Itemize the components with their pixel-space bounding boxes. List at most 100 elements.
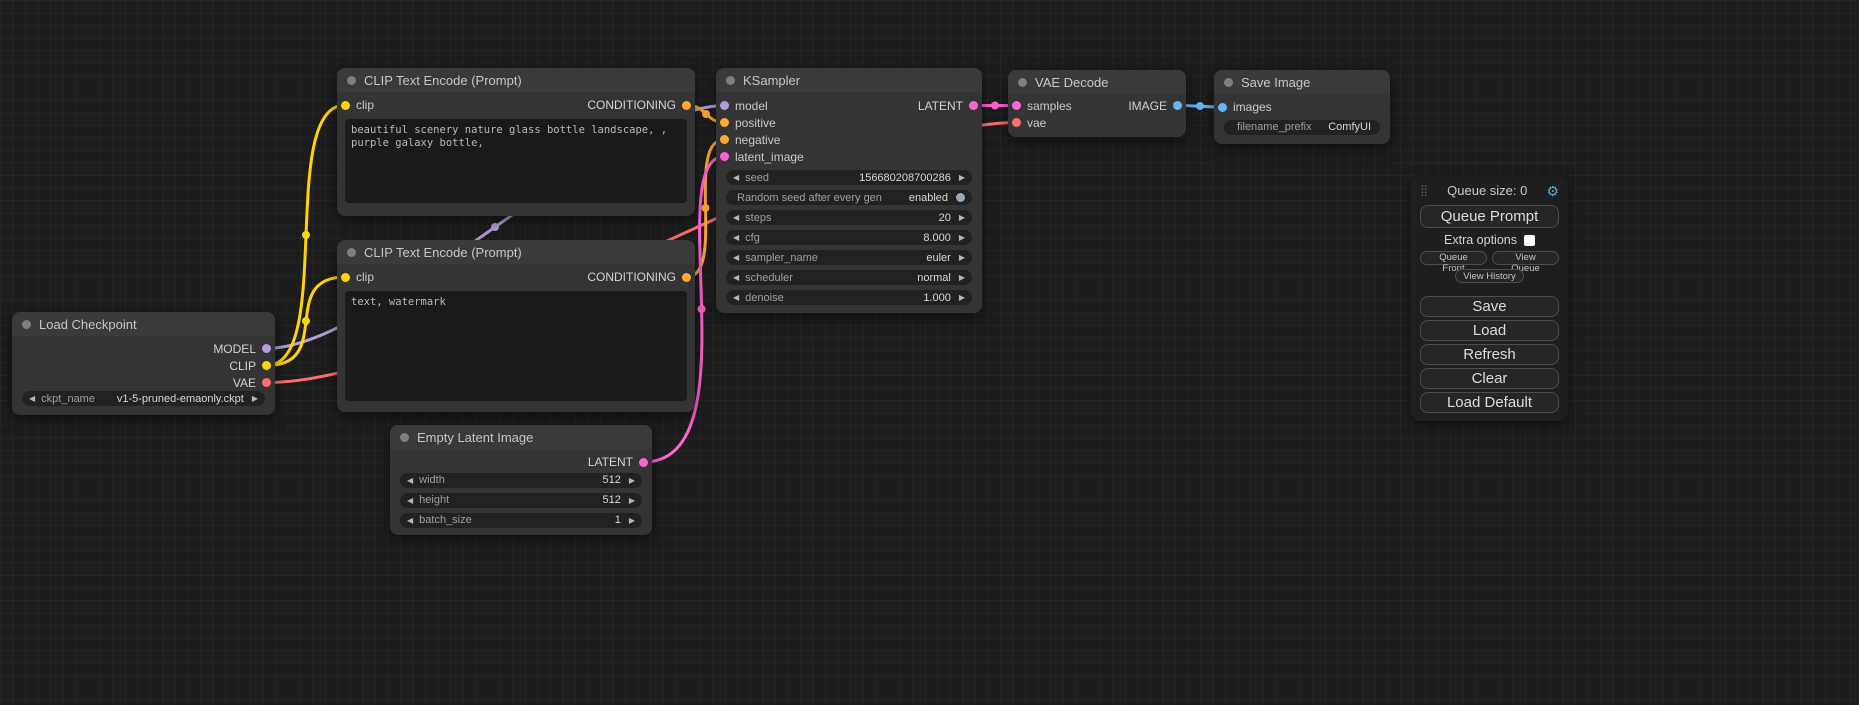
- input-port-clip[interactable]: [341, 273, 350, 282]
- input-label-negative: negative: [735, 133, 780, 147]
- collapse-dot-icon[interactable]: [347, 76, 356, 85]
- input-port-images[interactable]: [1218, 103, 1227, 112]
- decrement-arrow-icon[interactable]: ◀: [407, 476, 413, 485]
- height-widget[interactable]: ◀ height 512 ▶: [400, 493, 642, 508]
- extra-options-checkbox[interactable]: [1524, 235, 1535, 246]
- widget-label: sampler_name: [745, 252, 918, 264]
- node-clip-text-encode-negative[interactable]: CLIP Text Encode (Prompt) clip CONDITION…: [337, 240, 695, 412]
- node-title: CLIP Text Encode (Prompt): [364, 245, 522, 260]
- decrement-arrow-icon[interactable]: ◀: [733, 253, 739, 262]
- ckpt-name-widget[interactable]: ◀ ckpt_name v1-5-pruned-emaonly.ckpt ▶: [22, 391, 265, 406]
- input-label-clip: clip: [356, 98, 374, 112]
- node-title-bar[interactable]: Load Checkpoint: [12, 312, 275, 336]
- view-queue-button[interactable]: View Queue: [1492, 251, 1559, 265]
- output-port-conditioning[interactable]: [682, 101, 691, 110]
- widget-label: height: [419, 494, 594, 506]
- input-port-model[interactable]: [720, 101, 729, 110]
- decrement-arrow-icon[interactable]: ◀: [733, 273, 739, 282]
- decrement-arrow-icon[interactable]: ◀: [29, 394, 35, 403]
- scheduler-widget[interactable]: ◀ scheduler normal ▶: [726, 270, 972, 285]
- increment-arrow-icon[interactable]: ▶: [959, 173, 965, 182]
- collapse-dot-icon[interactable]: [1224, 78, 1233, 87]
- increment-arrow-icon[interactable]: ▶: [629, 496, 635, 505]
- decrement-arrow-icon[interactable]: ◀: [733, 213, 739, 222]
- node-title-bar[interactable]: KSampler: [716, 68, 982, 92]
- node-save-image[interactable]: Save Image images filename_prefix ComfyU…: [1214, 70, 1390, 144]
- output-port-clip[interactable]: [262, 361, 271, 370]
- increment-arrow-icon[interactable]: ▶: [959, 213, 965, 222]
- input-port-vae[interactable]: [1012, 118, 1021, 127]
- input-port-clip[interactable]: [341, 101, 350, 110]
- widget-value: 8.000: [923, 232, 951, 244]
- width-widget[interactable]: ◀ width 512 ▶: [400, 473, 642, 488]
- cfg-widget[interactable]: ◀ cfg 8.000 ▶: [726, 230, 972, 245]
- node-ksampler[interactable]: KSampler model positive negative lat: [716, 68, 982, 313]
- output-label-latent: LATENT: [918, 99, 963, 113]
- input-label-latent-image: latent_image: [735, 150, 804, 164]
- settings-gear-icon[interactable]: ⚙: [1546, 184, 1559, 198]
- node-empty-latent-image[interactable]: Empty Latent Image LATENT ◀ width 512 ▶ …: [390, 425, 652, 535]
- collapse-dot-icon[interactable]: [1018, 78, 1027, 87]
- increment-arrow-icon[interactable]: ▶: [629, 476, 635, 485]
- view-history-button[interactable]: View History: [1455, 269, 1524, 283]
- output-port-conditioning[interactable]: [682, 273, 691, 282]
- decrement-arrow-icon[interactable]: ◀: [733, 233, 739, 242]
- collapse-dot-icon[interactable]: [22, 320, 31, 329]
- increment-arrow-icon[interactable]: ▶: [959, 293, 965, 302]
- collapse-dot-icon[interactable]: [400, 433, 409, 442]
- node-graph-canvas[interactable]: Load Checkpoint MODEL CLIP VAE ◀ ckpt_na…: [0, 0, 1859, 705]
- filename-prefix-widget[interactable]: filename_prefix ComfyUI: [1224, 120, 1380, 135]
- widget-value: 512: [602, 474, 620, 486]
- random-seed-toggle-widget[interactable]: Random seed after every gen enabled: [726, 190, 972, 205]
- port-row: clip: [337, 97, 384, 114]
- output-port-model[interactable]: [262, 344, 271, 353]
- input-port-positive[interactable]: [720, 118, 729, 127]
- node-title-bar[interactable]: CLIP Text Encode (Prompt): [337, 240, 695, 264]
- load-button[interactable]: Load: [1420, 320, 1559, 341]
- output-port-image[interactable]: [1173, 101, 1182, 110]
- increment-arrow-icon[interactable]: ▶: [629, 516, 635, 525]
- increment-arrow-icon[interactable]: ▶: [959, 253, 965, 262]
- drag-handle-icon[interactable]: ⣿: [1420, 184, 1428, 197]
- input-port-latent-image[interactable]: [720, 152, 729, 161]
- decrement-arrow-icon[interactable]: ◀: [733, 173, 739, 182]
- queue-front-button[interactable]: Queue Front: [1420, 251, 1487, 265]
- prompt-text-input[interactable]: text, watermark: [345, 291, 687, 401]
- steps-widget[interactable]: ◀ steps 20 ▶: [726, 210, 972, 225]
- node-title-bar[interactable]: CLIP Text Encode (Prompt): [337, 68, 695, 92]
- refresh-button[interactable]: Refresh: [1420, 344, 1559, 365]
- output-port-latent[interactable]: [969, 101, 978, 110]
- sampler-name-widget[interactable]: ◀ sampler_name euler ▶: [726, 250, 972, 265]
- input-label-vae: vae: [1027, 116, 1046, 130]
- seed-widget[interactable]: ◀ seed 156680208700286 ▶: [726, 170, 972, 185]
- increment-arrow-icon[interactable]: ▶: [959, 273, 965, 282]
- collapse-dot-icon[interactable]: [347, 248, 356, 257]
- node-vae-decode[interactable]: VAE Decode samples vae IMAGE: [1008, 70, 1186, 137]
- output-port-latent[interactable]: [639, 458, 648, 467]
- clear-button[interactable]: Clear: [1420, 368, 1559, 389]
- output-port-vae[interactable]: [262, 378, 271, 387]
- node-load-checkpoint[interactable]: Load Checkpoint MODEL CLIP VAE ◀ ckpt_na…: [12, 312, 275, 415]
- widget-label: width: [419, 474, 594, 486]
- decrement-arrow-icon[interactable]: ◀: [407, 516, 413, 525]
- queue-panel-header: ⣿ Queue size: 0 ⚙: [1420, 183, 1559, 198]
- input-port-samples[interactable]: [1012, 101, 1021, 110]
- toggle-dot-icon[interactable]: [956, 193, 965, 202]
- increment-arrow-icon[interactable]: ▶: [252, 394, 258, 403]
- node-title-bar[interactable]: VAE Decode: [1008, 70, 1186, 94]
- decrement-arrow-icon[interactable]: ◀: [733, 293, 739, 302]
- collapse-dot-icon[interactable]: [726, 76, 735, 85]
- node-clip-text-encode-positive[interactable]: CLIP Text Encode (Prompt) clip CONDITION…: [337, 68, 695, 216]
- load-default-button[interactable]: Load Default: [1420, 392, 1559, 413]
- batch-size-widget[interactable]: ◀ batch_size 1 ▶: [400, 513, 642, 528]
- denoise-widget[interactable]: ◀ denoise 1.000 ▶: [726, 290, 972, 305]
- queue-prompt-button[interactable]: Queue Prompt: [1420, 205, 1559, 228]
- node-title-bar[interactable]: Empty Latent Image: [390, 425, 652, 449]
- prompt-text-input[interactable]: beautiful scenery nature glass bottle la…: [345, 119, 687, 203]
- node-title-bar[interactable]: Save Image: [1214, 70, 1390, 94]
- decrement-arrow-icon[interactable]: ◀: [407, 496, 413, 505]
- increment-arrow-icon[interactable]: ▶: [959, 233, 965, 242]
- input-port-negative[interactable]: [720, 135, 729, 144]
- save-button[interactable]: Save: [1420, 296, 1559, 317]
- output-label-conditioning: CONDITIONING: [587, 270, 676, 284]
